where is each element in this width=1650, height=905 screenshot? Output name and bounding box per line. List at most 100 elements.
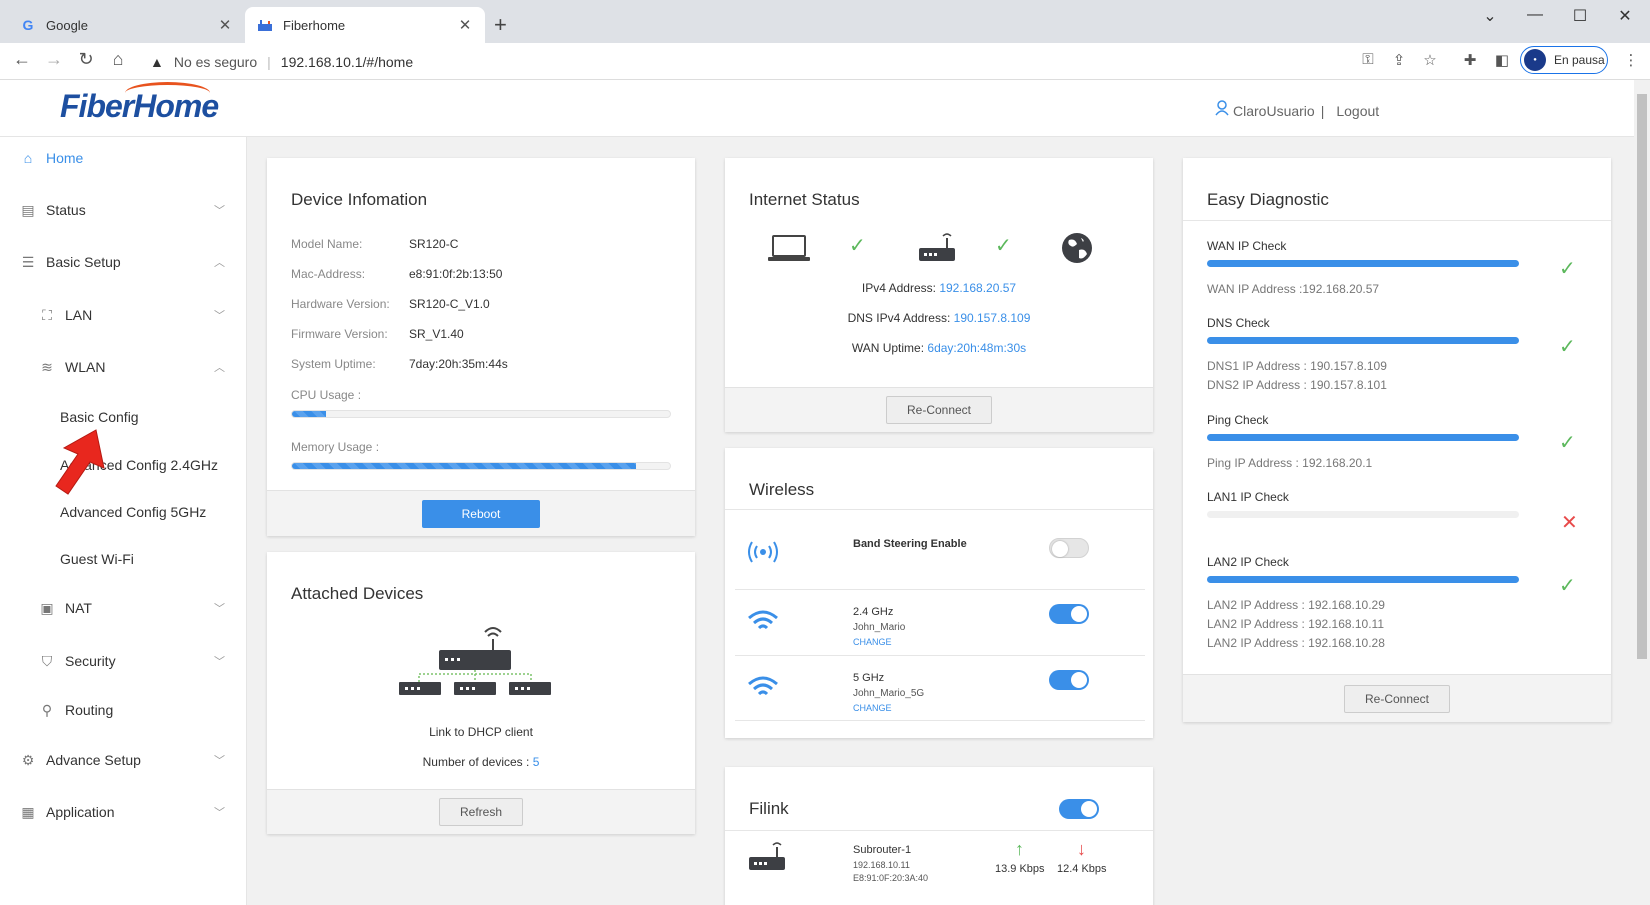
sidebar-item-advanced-config-24[interactable]: Advanced Config 2.4GHz [0,450,247,480]
sidebar-item-label: Advanced Config 5GHz [60,504,207,520]
new-tab-button[interactable]: + [494,12,507,38]
extensions-icon[interactable]: ✚ [1459,51,1481,69]
key-icon[interactable]: ⚿ [1357,51,1379,68]
chevron-down-icon: ﹀ [214,755,225,767]
reload-icon[interactable]: ↻ [74,49,98,70]
tab-search-icon[interactable]: ⌄ [1475,6,1505,26]
model-name-row: Model Name: SR120-C [291,237,459,251]
chevron-down-icon: ﹀ [214,310,225,322]
download-speed: 12.4 Kbps [1057,863,1107,875]
memory-usage-fill [292,463,636,469]
back-icon[interactable]: ← [10,49,34,70]
band-5-toggle[interactable] [1049,670,1089,690]
internet-reconnect-button[interactable]: Re-Connect [885,396,993,424]
side-panel-icon[interactable]: ◧ [1491,51,1513,69]
wan-check-info: WAN IP Address :192.168.20.57 [1207,282,1380,296]
filink-toggle[interactable] [1059,799,1099,819]
lan2-check-fill [1207,576,1519,583]
scrollbar-thumb[interactable] [1637,94,1647,659]
sidebar-item-advance-setup[interactable]: ⚙ Advance Setup ﹀ [0,745,247,775]
star-icon[interactable]: ☆ [1419,51,1441,69]
sidebar-item-guest-wifi[interactable]: Guest Wi-Fi [0,544,247,574]
close-icon[interactable]: ✕ [217,16,233,34]
card-title: Easy Diagnostic [1207,190,1329,209]
laptop-icon [768,235,810,261]
error-x-icon: ✕ [1561,512,1578,534]
sliders-icon: ☰ [21,253,35,270]
menu-dots-icon[interactable]: ⋮ [1620,51,1642,69]
band-name: 2.4 GHz [853,606,894,618]
change-link[interactable]: CHANGE [853,637,892,647]
sidebar-item-wlan[interactable]: ≋ WLAN ︿ [0,352,247,382]
dhcp-link[interactable]: Link to DHCP client [267,725,695,739]
browser-tab-google[interactable]: G Google ✕ [8,7,245,43]
fiberhome-icon [257,17,273,33]
hardware-version-row: Hardware Version: SR120-C_V1.0 [291,297,490,311]
refresh-button[interactable]: Refresh [438,798,524,826]
sidebar-item-application[interactable]: ▦ Application ﹀ [0,797,247,827]
chevron-up-icon: ︿ [214,257,225,269]
router-icon [919,233,955,261]
upload-speed: 13.9 Kbps [995,863,1045,875]
attached-devices-card: Attached Devices Link to DHCP client Num… [267,552,695,834]
device-count-value[interactable]: 5 [533,755,540,769]
internet-status-card: Internet Status ✓ ✓ IPv4 Address: 192.16… [725,158,1153,432]
toggle-knob [1052,541,1068,557]
globe-icon [1062,233,1092,263]
red-arrow-annotation [55,429,105,495]
browser-tab-fiberhome[interactable]: Fiberhome ✕ [245,7,485,43]
minimize-button[interactable]: — [1520,6,1550,24]
sidebar-item-label: Advance Setup [46,752,141,768]
share-icon[interactable]: ⇪ [1388,51,1410,69]
sidebar-item-routing[interactable]: ⚲ Routing [0,695,247,725]
checkmark-icon: ✓ [1559,336,1576,358]
browser-tab-bar: G Google ✕ Fiberhome ✕ + ⌄ — ☐ ✕ [0,0,1650,43]
sidebar-item-label: Application [46,804,115,820]
lan1-check-label: LAN1 IP Check [1207,490,1289,504]
sidebar-item-label: Routing [65,702,114,718]
sidebar-item-advanced-config-5[interactable]: Advanced Config 5GHz [0,497,247,527]
ssid: John_Mario_5G [853,688,925,699]
subrouter-mac: E8:91:0F:20:3A:40 [853,873,929,883]
sidebar-item-status[interactable]: ▤ Status ﹀ [0,195,247,225]
url-text[interactable]: 192.168.10.1/#/home [281,54,413,70]
diagnostic-reconnect-button[interactable]: Re-Connect [1343,684,1451,713]
sidebar-item-home[interactable]: ⌂ Home [0,143,247,173]
band-steering-toggle[interactable] [1049,538,1089,558]
device-info-card: Device Infomation Model Name: SR120-C Mac… [267,158,695,536]
ipv4-value: 192.168.20.57 [939,281,1017,295]
forward-icon[interactable]: → [42,49,66,70]
subrouter-name: Subrouter-1 [853,844,912,856]
card-title: Attached Devices [291,584,424,603]
gear-icon: ⚙ [21,751,35,768]
chevron-down-icon: ﹀ [214,656,225,668]
reboot-button[interactable]: Reboot [421,499,541,528]
memory-usage-label: Memory Usage : [291,440,380,454]
diagnostic-divider [1183,220,1611,221]
sidebar-item-label: WLAN [65,359,106,375]
sidebar-item-label: Basic Setup [46,254,121,270]
home-page-icon[interactable]: ⌂ [106,49,130,70]
checkmark-icon: ✓ [1559,575,1576,597]
system-uptime-row: System Uptime: 7day:20h:35m:44s [291,357,508,371]
band-24-toggle[interactable] [1049,604,1089,624]
card-title: Filink [749,799,789,818]
sidebar-item-security[interactable]: ⛉ Security ﹀ [0,646,247,676]
warning-icon[interactable]: ▲ [150,54,164,70]
sidebar-item-basic-setup[interactable]: ☰ Basic Setup ︿ [0,247,247,277]
change-link[interactable]: CHANGE [853,703,892,713]
address-bar[interactable]: ▲ No es seguro | 192.168.10.1/#/home [140,47,1350,76]
logout-link[interactable]: Logout [1336,103,1379,119]
page-scrollbar[interactable] [1634,80,1650,905]
device-count-label: Number of devices : [422,755,530,769]
sidebar: ⌂ Home ▤ Status ﹀ ☰ Basic Setup ︿ ⛶ LAN … [0,137,247,905]
profile-button[interactable]: ● En pausa [1520,46,1608,74]
sidebar-item-basic-config[interactable]: Basic Config [0,402,247,432]
sidebar-item-nat[interactable]: ▣ NAT ﹀ [0,593,247,623]
sidebar-item-lan[interactable]: ⛶ LAN ﹀ [0,300,247,330]
maximize-button[interactable]: ☐ [1565,6,1595,26]
close-icon[interactable]: ✕ [457,16,473,34]
sidebar-item-label: LAN [65,307,93,323]
security-status[interactable]: No es seguro [174,54,257,70]
window-close-button[interactable]: ✕ [1610,6,1640,26]
